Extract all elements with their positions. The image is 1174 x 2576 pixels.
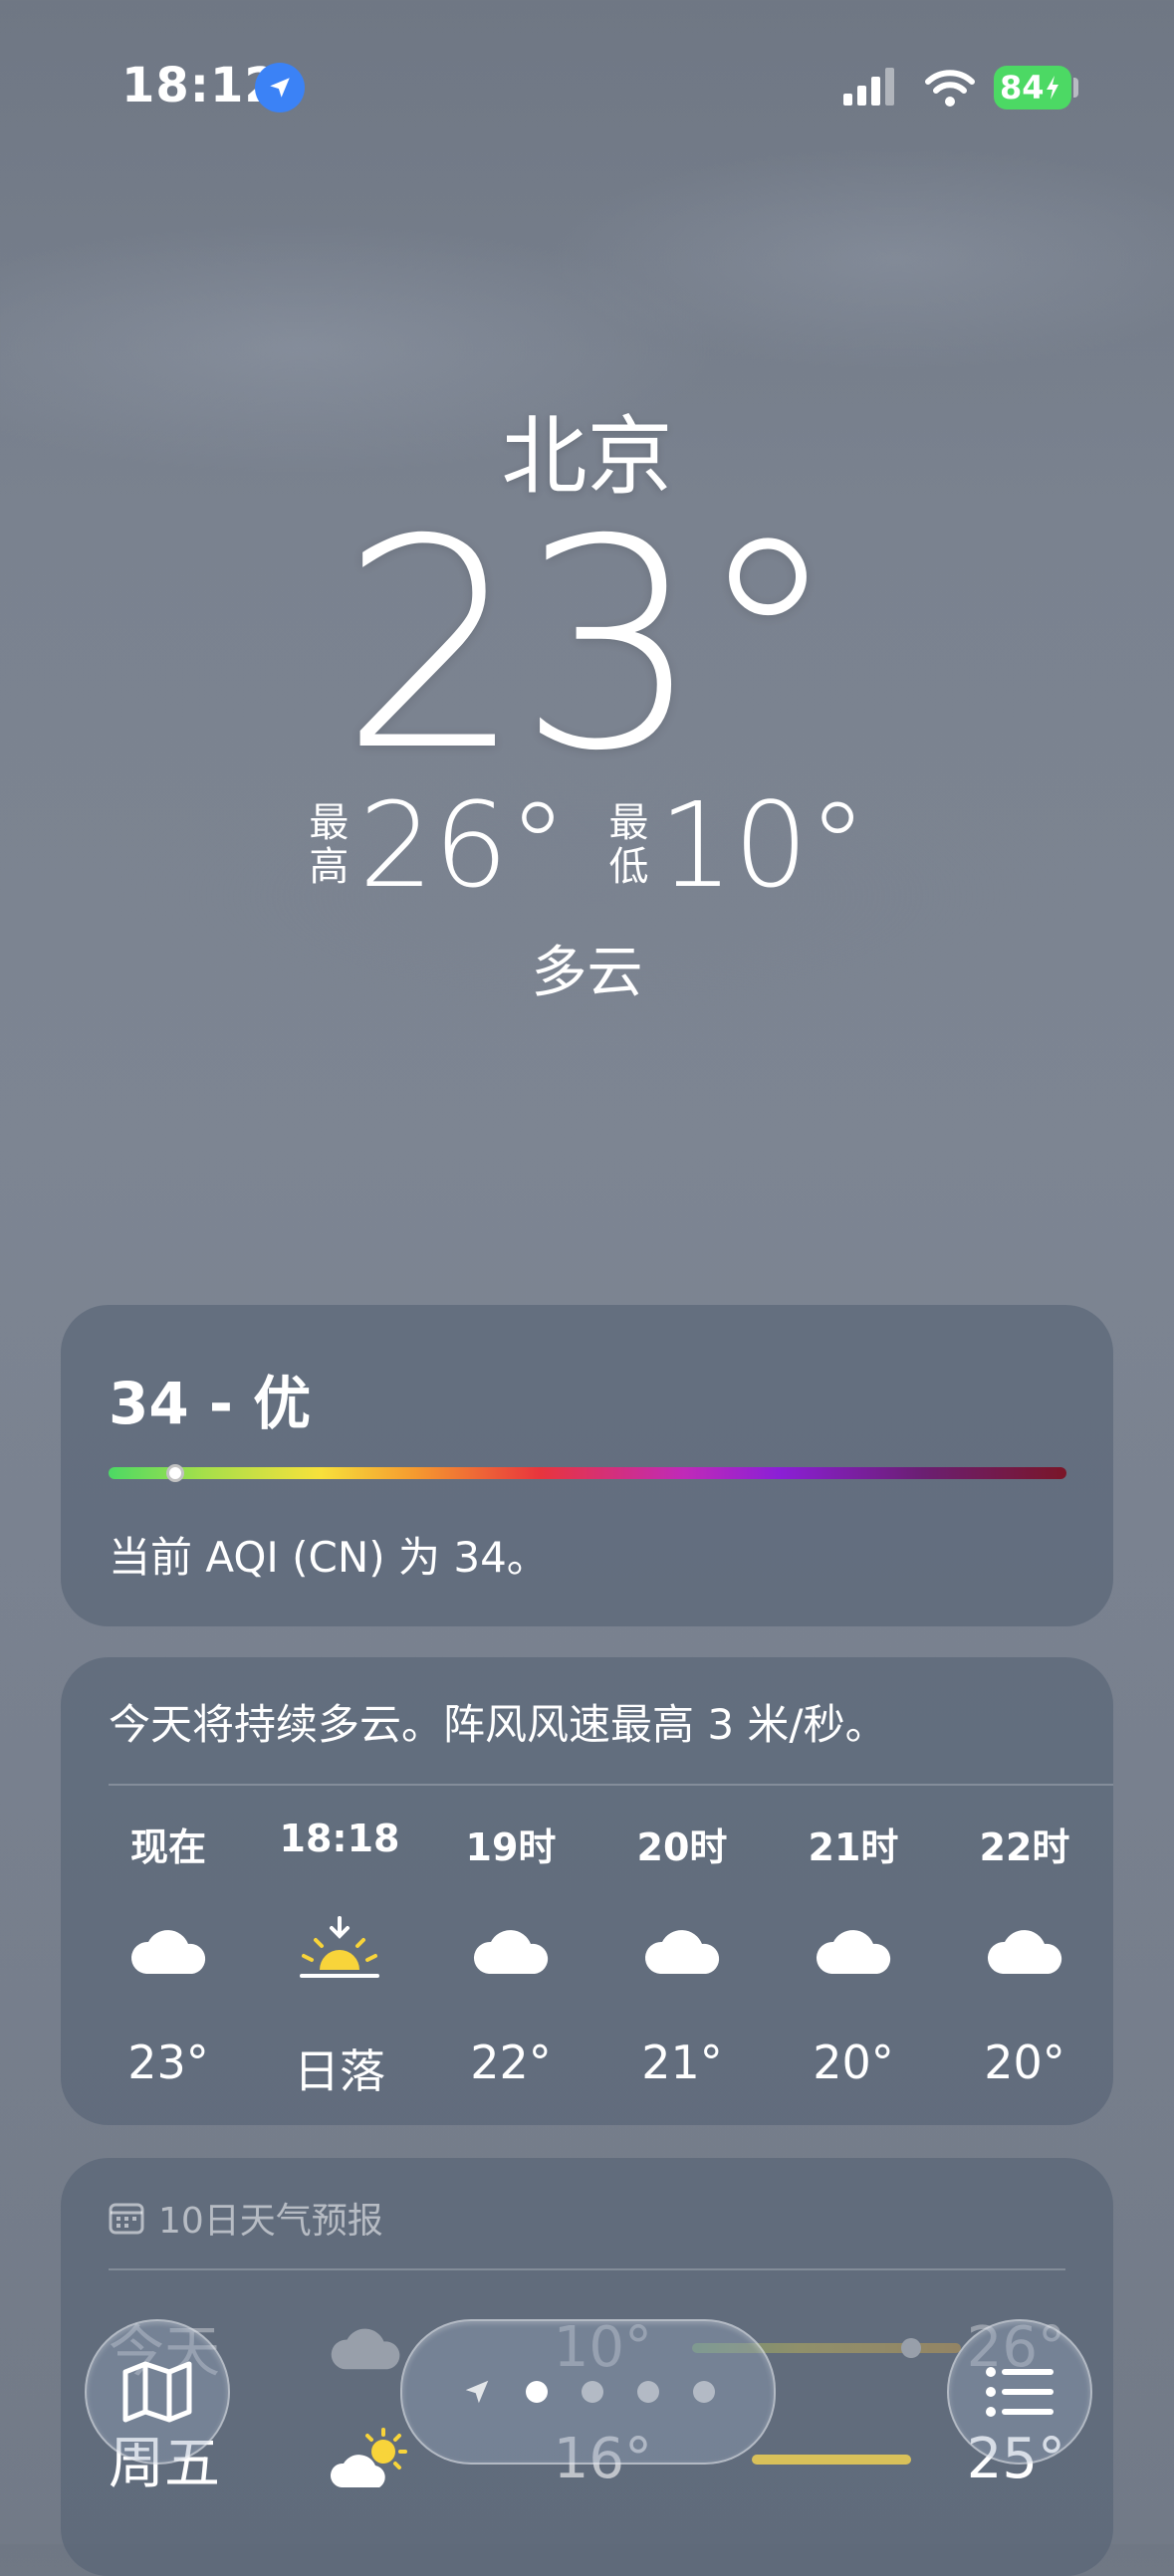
forecast-temp-range-bar [752,2454,911,2465]
hour-item: 22时 20° [945,1817,1104,2101]
current-temp-marker [901,2337,921,2358]
cellular-signal-icon [843,68,894,106]
city-list-button[interactable] [947,2319,1092,2465]
hour-item: 19时 22° [431,1817,590,2101]
hour-label: 18:18 [279,1817,400,1860]
hour-temperature: 20° [984,2036,1065,2089]
hour-label: 现在 [129,1825,206,1869]
forecast-title: 10日天气预报 [158,2201,383,2242]
forecast-header: 10日天气预报 [109,2192,383,2244]
sunset-icon [298,1896,381,2006]
page-dot[interactable] [692,2381,715,2403]
divider [109,1784,1113,1786]
hour-label: 19时 [465,1825,557,1869]
cloud-icon [128,1896,208,2006]
hour-temperature: 22° [470,2036,552,2089]
location-arrow-icon [255,63,305,112]
hourly-summary: 今天将持续多云。阵风风速最高 3 米/秒。 [109,1700,887,1749]
current-temperature: 23° [340,479,839,814]
map-icon [122,2361,192,2423]
high-label: 最高 [309,800,350,890]
aqi-level-marker [166,1464,184,1482]
hour-item: 现在 23° [89,1817,248,2101]
low-temperature: 10° [658,776,867,914]
hourly-forecast-card[interactable]: 今天将持续多云。阵风风速最高 3 米/秒。 现在 23° 18:18 日落 19… [61,1657,1113,2125]
battery-level: 84 [1000,69,1045,107]
high-temperature: 26° [358,776,568,914]
cloud-icon [471,1896,551,2006]
hour-temperature: 21° [641,2036,723,2089]
hour-item: 21时 20° [774,1817,933,2101]
sunset-label: 日落 [294,2044,385,2098]
aqi-description: 当前 AQI (CN) 为 34。 [109,1533,549,1582]
page-dot-active[interactable] [525,2381,548,2403]
hour-item: 20时 21° [602,1817,762,2101]
list-icon [986,2367,1054,2417]
hour-label: 21时 [808,1825,899,1869]
page-dot[interactable] [581,2381,603,2403]
divider [109,2268,1065,2270]
partly-sunny-icon [330,2427,407,2487]
hour-temperature: 23° [127,2036,209,2089]
wifi-icon [925,70,975,107]
hour-label: 22时 [979,1825,1070,1869]
cloud-icon [331,2328,400,2369]
hour-item: 18:18 日落 [260,1817,419,2101]
charging-bolt-icon [1046,76,1058,100]
cloud-icon [814,1896,893,2006]
battery-indicator: 84 [994,66,1071,109]
cloud-icon [642,1896,722,2006]
hour-label: 20时 [636,1825,728,1869]
cloud-icon [985,1896,1064,2006]
weather-condition: 多云 [531,941,643,1005]
aqi-title: 34 - 优 [109,1370,312,1437]
low-label: 最低 [608,800,649,890]
hour-temperature: 20° [813,2036,894,2089]
calendar-icon [109,2203,144,2235]
air-quality-card[interactable]: 34 - 优 当前 AQI (CN) 为 34。 [61,1305,1113,1626]
battery-cap [1073,78,1078,98]
hourly-list[interactable]: 现在 23° 18:18 日落 19时 22° 20时 21° 21时 20° … [89,1817,1104,2101]
map-button[interactable] [85,2319,230,2465]
page-indicator[interactable] [400,2319,776,2465]
location-arrow-icon [465,2380,488,2404]
aqi-scale-bar [109,1467,1066,1479]
high-low-temperatures: 最高 26° 最低 10° [0,786,1174,904]
page-dot[interactable] [636,2381,659,2403]
